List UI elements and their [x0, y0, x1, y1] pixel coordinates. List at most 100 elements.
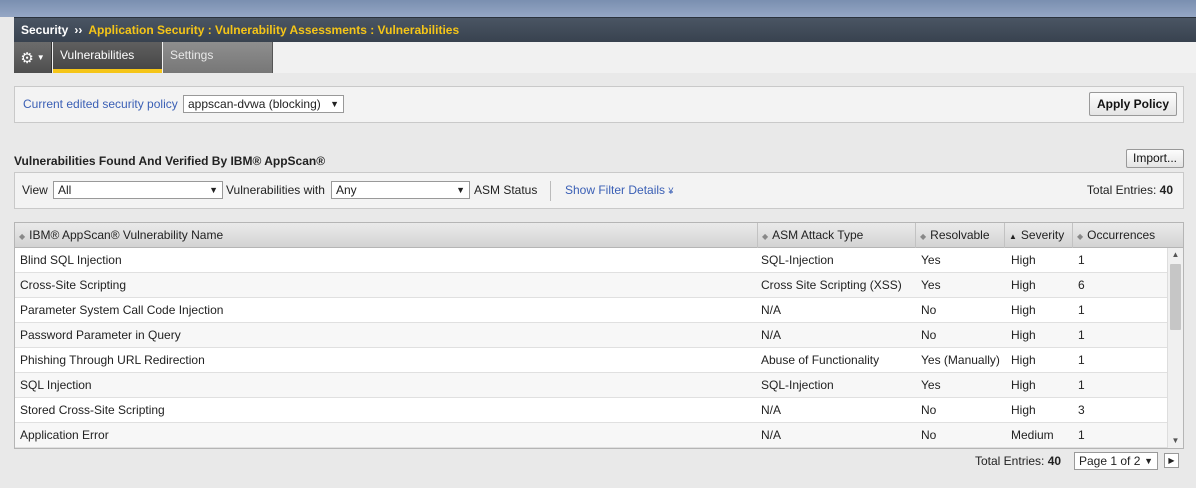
cell-occurrences: 1 [1078, 253, 1085, 267]
cell-name: Password Parameter in Query [20, 328, 181, 342]
table-row[interactable]: Application Error N/A No Medium 1 [15, 423, 1167, 448]
next-page-button[interactable]: ▶ [1164, 453, 1179, 468]
sort-ascending-icon: ▲ [1009, 232, 1017, 241]
vulnerabilities-with-value: Any [336, 183, 357, 197]
table-header: ◆ IBM® AppScan® Vulnerability Name ◆ ASM A… [15, 223, 1183, 248]
cell-attack-type: SQL-Injection [761, 253, 834, 267]
column-header-severity[interactable]: ▲ Severity [1005, 223, 1073, 248]
scroll-up-icon[interactable]: ▲ [1168, 248, 1183, 262]
gear-menu-button[interactable]: ⚙ ▼ [14, 42, 52, 73]
breadcrumb-root: Security [21, 23, 69, 37]
next-page-icon: ▶ [1168, 456, 1175, 465]
breadcrumb: Security ›› Application Security : Vulne… [14, 17, 1196, 42]
table-row[interactable]: Cross-Site Scripting Cross Site Scriptin… [15, 273, 1167, 298]
section-title: Vulnerabilities Found And Verified By IB… [14, 154, 326, 168]
cell-attack-type: Abuse of Functionality [761, 353, 880, 367]
tab-settings[interactable]: Settings [163, 42, 273, 73]
cell-occurrences: 1 [1078, 428, 1085, 442]
cell-severity: High [1011, 403, 1036, 417]
scrollbar-thumb[interactable] [1170, 264, 1181, 330]
view-select[interactable]: All ▼ [53, 181, 223, 199]
column-header-name[interactable]: ◆ IBM® AppScan® Vulnerability Name [15, 223, 758, 248]
cell-resolvable: Yes (Manually) [921, 353, 1000, 367]
table-row[interactable]: SQL Injection SQL-Injection Yes High 1 [15, 373, 1167, 398]
policy-bar: Current edited security policy appscan-d… [14, 86, 1184, 123]
column-header-resolvable[interactable]: ◆ Resolvable [916, 223, 1005, 248]
sort-icon: ◆ [19, 232, 26, 241]
total-entries-value: 40 [1159, 183, 1173, 197]
vulnerabilities-with-select[interactable]: Any ▼ [331, 181, 470, 199]
chevron-down-icon: ▼ [209, 185, 218, 195]
policy-select[interactable]: appscan-dvwa (blocking) ▼ [183, 95, 344, 113]
footer-total-value: 40 [1047, 454, 1062, 468]
cell-attack-type: N/A [761, 303, 782, 317]
cell-occurrences: 1 [1078, 303, 1085, 317]
expand-icon: ¥ [668, 186, 674, 196]
table-row[interactable]: Blind SQL Injection SQL-Injection Yes Hi… [15, 248, 1167, 273]
cell-severity: High [1011, 278, 1036, 292]
apply-policy-button[interactable]: Apply Policy [1089, 92, 1177, 116]
import-button[interactable]: Import... [1126, 149, 1184, 168]
cell-name: Phishing Through URL Redirection [20, 353, 205, 367]
footer-total-label: Total Entries: [975, 454, 1045, 468]
cell-name: Cross-Site Scripting [20, 278, 127, 292]
column-header-label: IBM® AppScan® Vulnerability Name [29, 228, 224, 242]
filter-bar: View All ▼ Vulnerabilities with Any ▼ AS… [14, 172, 1184, 209]
vulnerabilities-with-label: Vulnerabilities with [226, 183, 325, 197]
chevron-down-icon: ▼ [1144, 456, 1153, 466]
cell-severity: High [1011, 303, 1036, 317]
scroll-down-icon[interactable]: ▼ [1168, 434, 1183, 448]
cell-resolvable: Yes [921, 278, 941, 292]
cell-name: Stored Cross-Site Scripting [20, 403, 165, 417]
cell-resolvable: Yes [921, 253, 941, 267]
cell-severity: High [1011, 378, 1036, 392]
sort-icon: ◆ [920, 232, 927, 241]
cell-occurrences: 3 [1078, 403, 1085, 417]
cell-resolvable: No [921, 428, 937, 442]
cell-resolvable: No [921, 403, 937, 417]
column-header-attack-type[interactable]: ◆ ASM Attack Type [758, 223, 916, 248]
policy-label-link[interactable]: Current edited security policy [23, 97, 178, 111]
column-header-label: ASM Attack Type [772, 228, 864, 242]
cell-severity: High [1011, 353, 1036, 367]
top-banner-strip [0, 0, 1196, 17]
cell-severity: High [1011, 328, 1036, 342]
view-select-value: All [58, 183, 72, 197]
table-row[interactable]: Parameter System Call Code Injection N/A… [15, 298, 1167, 323]
cell-resolvable: No [921, 328, 937, 342]
column-header-label: Resolvable [930, 228, 990, 242]
show-filter-details-link[interactable]: Show Filter Details ¥ [565, 183, 673, 197]
cell-severity: Medium [1011, 428, 1054, 442]
column-header-occurrences[interactable]: ◆ Occurrences [1073, 223, 1183, 248]
asm-status-label: ASM Status [474, 183, 538, 197]
column-header-label: Occurrences [1087, 228, 1156, 242]
table-row[interactable]: Password Parameter in Query N/A No High … [15, 323, 1167, 348]
cell-attack-type: SQL-Injection [761, 378, 834, 392]
tab-vulnerabilities[interactable]: Vulnerabilities [53, 42, 162, 73]
cell-severity: High [1011, 253, 1036, 267]
vulnerabilities-table: ◆ IBM® AppScan® Vulnerability Name ◆ ASM A… [14, 222, 1184, 449]
tab-bar: ⚙ ▼ Vulnerabilities Settings [14, 42, 1196, 73]
page-select[interactable]: Page 1 of 2 ▼ [1074, 452, 1158, 470]
chevron-down-icon: ▼ [456, 185, 465, 195]
table-scrollbar[interactable]: ▲ ▼ [1167, 248, 1183, 448]
chevron-down-icon: ▼ [330, 99, 339, 109]
sort-icon: ◆ [762, 232, 769, 241]
total-entries-label: Total Entries: [1086, 183, 1157, 197]
cell-occurrences: 6 [1078, 278, 1085, 292]
table-row[interactable]: Stored Cross-Site Scripting N/A No High … [15, 398, 1167, 423]
view-label: View [22, 183, 48, 197]
show-filter-details-label: Show Filter Details [565, 183, 666, 197]
divider [550, 181, 551, 201]
cell-attack-type: N/A [761, 403, 782, 417]
table-row[interactable]: Phishing Through URL Redirection Abuse o… [15, 348, 1167, 373]
sort-icon: ◆ [1077, 232, 1084, 241]
gear-icon: ⚙ [20, 49, 34, 67]
cell-name: Application Error [20, 428, 109, 442]
breadcrumb-separator: ›› [74, 23, 83, 37]
cell-occurrences: 1 [1078, 328, 1085, 342]
cell-name: Blind SQL Injection [20, 253, 122, 267]
total-entries: Total Entries: 40 [1087, 183, 1173, 197]
cell-name: Parameter System Call Code Injection [20, 303, 224, 317]
cell-name: SQL Injection [20, 378, 92, 392]
